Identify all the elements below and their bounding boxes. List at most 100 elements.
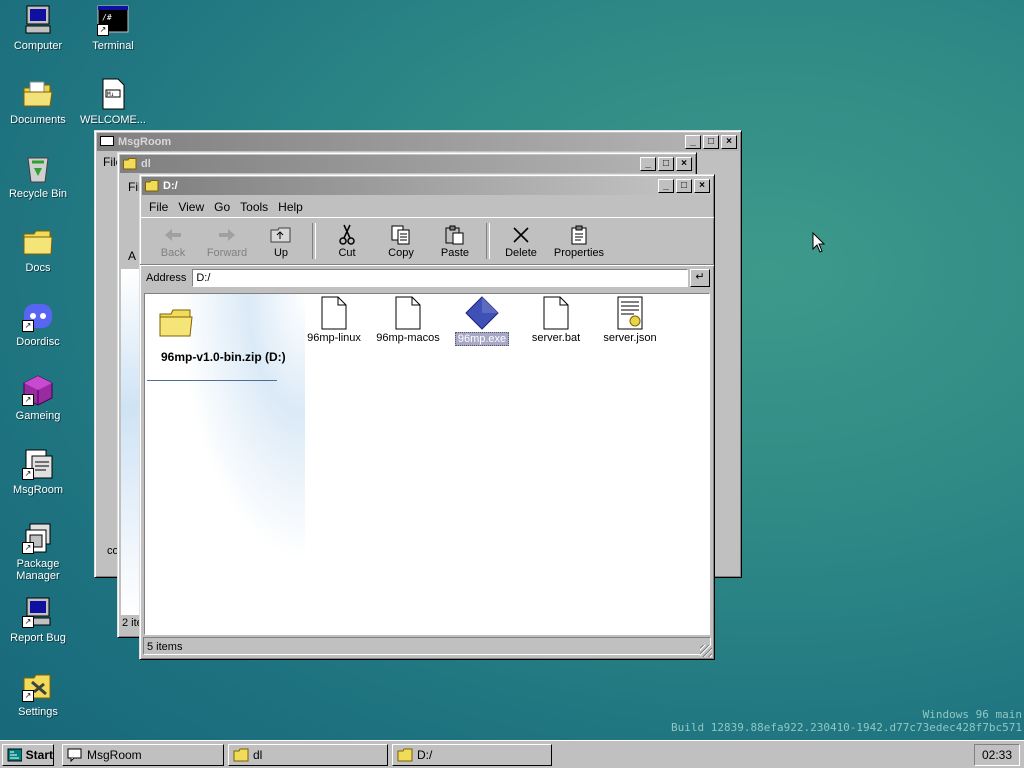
task-label: MsgRoom: [87, 748, 142, 762]
desktop-icon-recycle-bin[interactable]: Recycle Bin: [0, 152, 76, 200]
go-button[interactable]: ↵: [690, 269, 710, 287]
close-button[interactable]: ×: [721, 135, 737, 149]
menu-bar: File View Go Tools Help: [140, 197, 714, 217]
desktop-icon-label: Gameing: [15, 410, 61, 422]
copy-icon: [374, 223, 428, 247]
file-name: 96mp-linux: [307, 332, 361, 344]
toolbar: Back Forward Up Cut Copy Paste Delete Pr…: [140, 217, 714, 265]
clock[interactable]: 02:33: [974, 744, 1020, 766]
explorer-window[interactable]: D:/ _ □ × File View Go Tools Help Back F…: [139, 174, 715, 660]
task-d-drive[interactable]: D:/: [392, 744, 552, 766]
discord-icon: ↗: [22, 300, 54, 332]
minimize-button[interactable]: _: [685, 135, 701, 149]
properties-icon: [548, 223, 610, 247]
task-label: dl: [253, 748, 263, 762]
taskbar: Start MsgRoom dl D:/ 02:33: [0, 740, 1024, 768]
desktop-icon-msgroom[interactable]: ↗ MsgRoom: [0, 448, 76, 496]
maximize-button[interactable]: □: [676, 179, 692, 193]
file-item-96mp-exe[interactable]: 96mp.exe: [447, 296, 517, 346]
desktop-icon-package-manager[interactable]: ↗ Package Manager: [0, 522, 76, 582]
maximize-button[interactable]: □: [703, 135, 719, 149]
copy-label: Copy: [388, 247, 414, 259]
forward-arrow-icon: [200, 223, 254, 247]
close-button[interactable]: ×: [694, 179, 710, 193]
msgroom-titlebar[interactable]: MsgRoom _ □ ×: [97, 133, 739, 151]
menu-file[interactable]: File: [144, 200, 173, 214]
toolbar-separator: [312, 223, 316, 259]
forward-button[interactable]: Forward: [200, 223, 254, 259]
desktop-icon-label: Package Manager: [16, 558, 60, 582]
task-dl[interactable]: dl: [228, 744, 388, 766]
shortcut-arrow-icon: ↗: [22, 320, 34, 332]
start-button[interactable]: Start: [2, 744, 54, 766]
desktop-icon-label: Settings: [18, 706, 58, 718]
enter-arrow-icon: ↵: [695, 271, 705, 283]
drive-banner: [145, 294, 305, 634]
paste-button[interactable]: Paste: [428, 223, 482, 259]
folder-icon: [123, 158, 137, 170]
drive-folder-icon: [159, 308, 193, 341]
paste-label: Paste: [440, 247, 470, 259]
menu-view[interactable]: View: [173, 200, 209, 214]
minimize-button[interactable]: _: [640, 157, 656, 171]
svg-text:M↓: M↓: [107, 91, 114, 98]
file-item-server-json[interactable]: server.json: [595, 296, 665, 344]
desktop-icon-report-bug[interactable]: ↗ Report Bug: [0, 596, 76, 644]
properties-label: Properties: [553, 247, 605, 259]
menu-help[interactable]: Help: [273, 200, 308, 214]
file-icon: [521, 296, 591, 332]
file-item-96mp-macos[interactable]: 96mp-macos: [373, 296, 443, 344]
recycle-bin-icon: [22, 152, 54, 184]
minimize-button[interactable]: _: [658, 179, 674, 193]
copy-button[interactable]: Copy: [374, 223, 428, 259]
menu-tools[interactable]: Tools: [235, 200, 273, 214]
cut-button[interactable]: Cut: [320, 223, 374, 259]
window-title: MsgRoom: [118, 136, 172, 148]
msgroom-icon: [100, 136, 114, 146]
file-item-96mp-linux[interactable]: 96mp-linux: [299, 296, 369, 344]
drive-label: 96mp-v1.0-bin.zip (D:): [161, 350, 286, 364]
properties-button[interactable]: Properties: [548, 223, 610, 259]
task-msgroom[interactable]: MsgRoom: [62, 744, 224, 766]
desktop-icon-documents[interactable]: Documents: [0, 78, 76, 126]
window-title: D:/: [163, 180, 178, 192]
close-button[interactable]: ×: [676, 157, 692, 171]
address-label: Address: [146, 272, 187, 284]
desktop-icon-settings[interactable]: ↗ Settings: [0, 670, 76, 718]
menu-go[interactable]: Go: [209, 200, 235, 214]
shortcut-arrow-icon: ↗: [97, 24, 109, 36]
up-button[interactable]: Up: [254, 223, 308, 259]
shortcut-arrow-icon: ↗: [22, 394, 34, 406]
file-item-server-bat[interactable]: server.bat: [521, 296, 591, 344]
back-button[interactable]: Back: [146, 223, 200, 259]
desktop-icon-label: WELCOME...: [79, 114, 146, 126]
svg-text:/#: /#: [102, 13, 112, 22]
delete-button[interactable]: Delete: [494, 223, 548, 259]
watermark-line-1: Windows 96 main: [922, 708, 1022, 721]
shortcut-arrow-icon: ↗: [22, 690, 34, 702]
desktop-icon-docs[interactable]: Docs: [0, 226, 76, 274]
desktop-icon-computer[interactable]: Computer: [0, 4, 76, 52]
address-fragment: A: [128, 249, 137, 263]
desktop-icon-terminal[interactable]: /# ↗ Terminal: [75, 4, 151, 52]
desktop-icon-gameing[interactable]: ↗ Gameing: [0, 374, 76, 422]
scissors-icon: [320, 223, 374, 247]
shortcut-arrow-icon: ↗: [22, 542, 34, 554]
file-pane[interactable]: 96mp-v1.0-bin.zip (D:) 96mp-linux 96mp-m…: [144, 293, 710, 635]
address-input[interactable]: D:/: [192, 269, 688, 287]
desktop-icon-welcome[interactable]: M↓ WELCOME...: [75, 78, 151, 126]
window-title: dl: [141, 158, 151, 170]
file-icon: [299, 296, 369, 332]
game-cube-icon: ↗: [22, 374, 54, 406]
msgroom-icon: ↗: [22, 448, 54, 480]
file-name: server.json: [603, 332, 657, 344]
desktop-icon-label: Computer: [13, 40, 63, 52]
desktop-icon-doordisc[interactable]: ↗ Doordisc: [0, 300, 76, 348]
address-bar: Address D:/ ↵: [140, 265, 714, 290]
maximize-button[interactable]: □: [658, 157, 674, 171]
desktop-icon-label: Docs: [25, 262, 51, 274]
shortcut-arrow-icon: ↗: [22, 616, 34, 628]
explorer-titlebar[interactable]: D:/ _ □ ×: [142, 177, 712, 195]
dl-titlebar[interactable]: dl _ □ ×: [120, 155, 694, 173]
resize-grip-icon[interactable]: [700, 645, 712, 657]
